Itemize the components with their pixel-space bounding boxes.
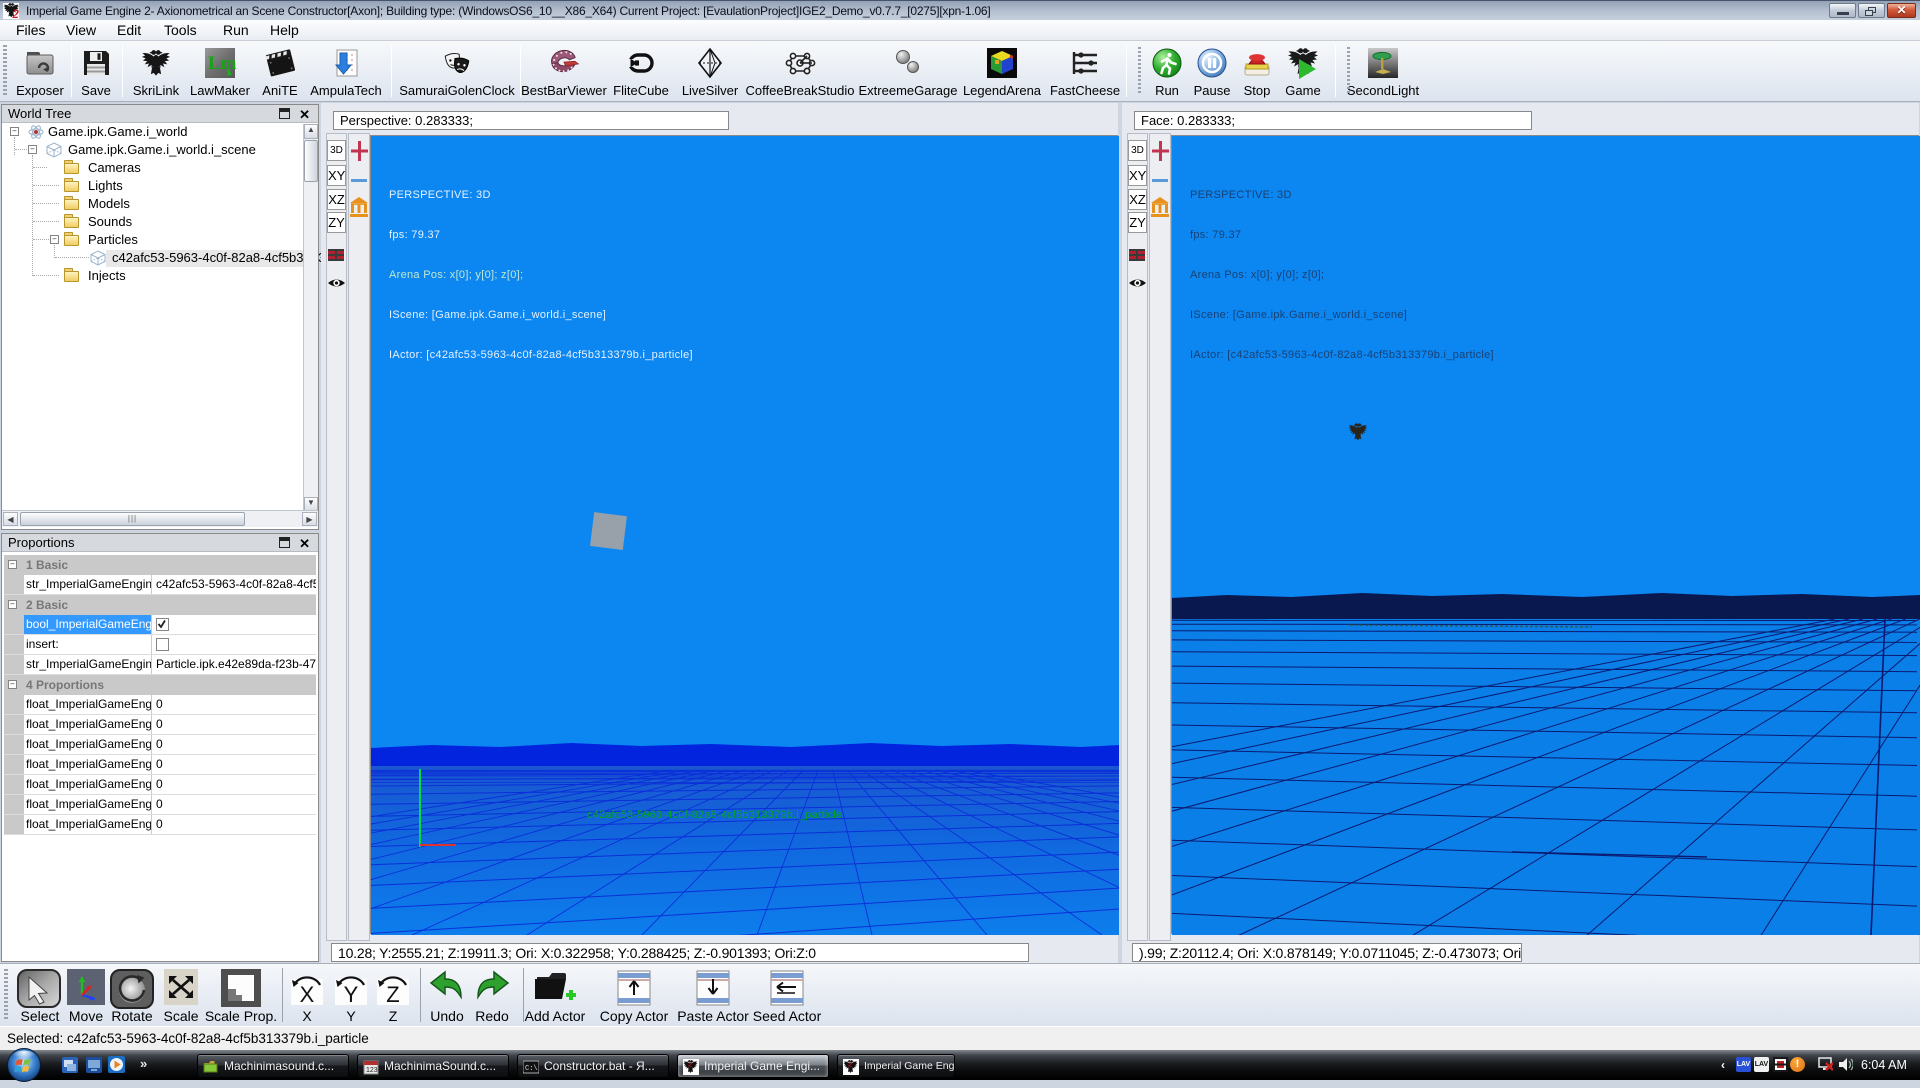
svg-text:Z: Z <box>386 982 399 1007</box>
svg-text:IActor: [c42afc53-5963-4c0f-82: IActor: [c42afc53-5963-4c0f-82a8-4cf5b31… <box>389 349 693 361</box>
svg-text:PERSPECTIVE: 3D: PERSPECTIVE: 3D <box>1190 189 1292 201</box>
svg-text:X: X <box>300 982 315 1007</box>
svg-text:Arena Pos: x[0]; y[0]; z[0];: Arena Pos: x[0]; y[0]; z[0]; <box>389 269 523 281</box>
svg-text:fps: 79.37: fps: 79.37 <box>1190 229 1241 241</box>
svg-text:c42afc53-5963-4c0f-82a8-4cf5b3: c42afc53-5963-4c0f-82a8-4cf5b313379b.i_p… <box>587 809 842 821</box>
svg-text:Arena Pos: x[0]; y[0]; z[0];: Arena Pos: x[0]; y[0]; z[0]; <box>1190 269 1324 281</box>
svg-text:123: 123 <box>366 1067 378 1074</box>
svg-text:fps: 79.37: fps: 79.37 <box>389 229 440 241</box>
svg-text:Y: Y <box>344 982 359 1007</box>
svg-text:IActor: [c42afc53-5963-4c0f-82: IActor: [c42afc53-5963-4c0f-82a8-4cf5b31… <box>1190 349 1494 361</box>
svg-text:Lm: Lm <box>208 53 236 74</box>
svg-text:PERSPECTIVE: 3D: PERSPECTIVE: 3D <box>389 189 491 201</box>
svg-text:IScene: [Game.ipk.Game.i_world: IScene: [Game.ipk.Game.i_world.i_scene] <box>1190 309 1407 321</box>
svg-text:IScene: [Game.ipk.Game.i_world: IScene: [Game.ipk.Game.i_world.i_scene] <box>389 309 606 321</box>
svg-text:C:\: C:\ <box>525 1065 538 1073</box>
